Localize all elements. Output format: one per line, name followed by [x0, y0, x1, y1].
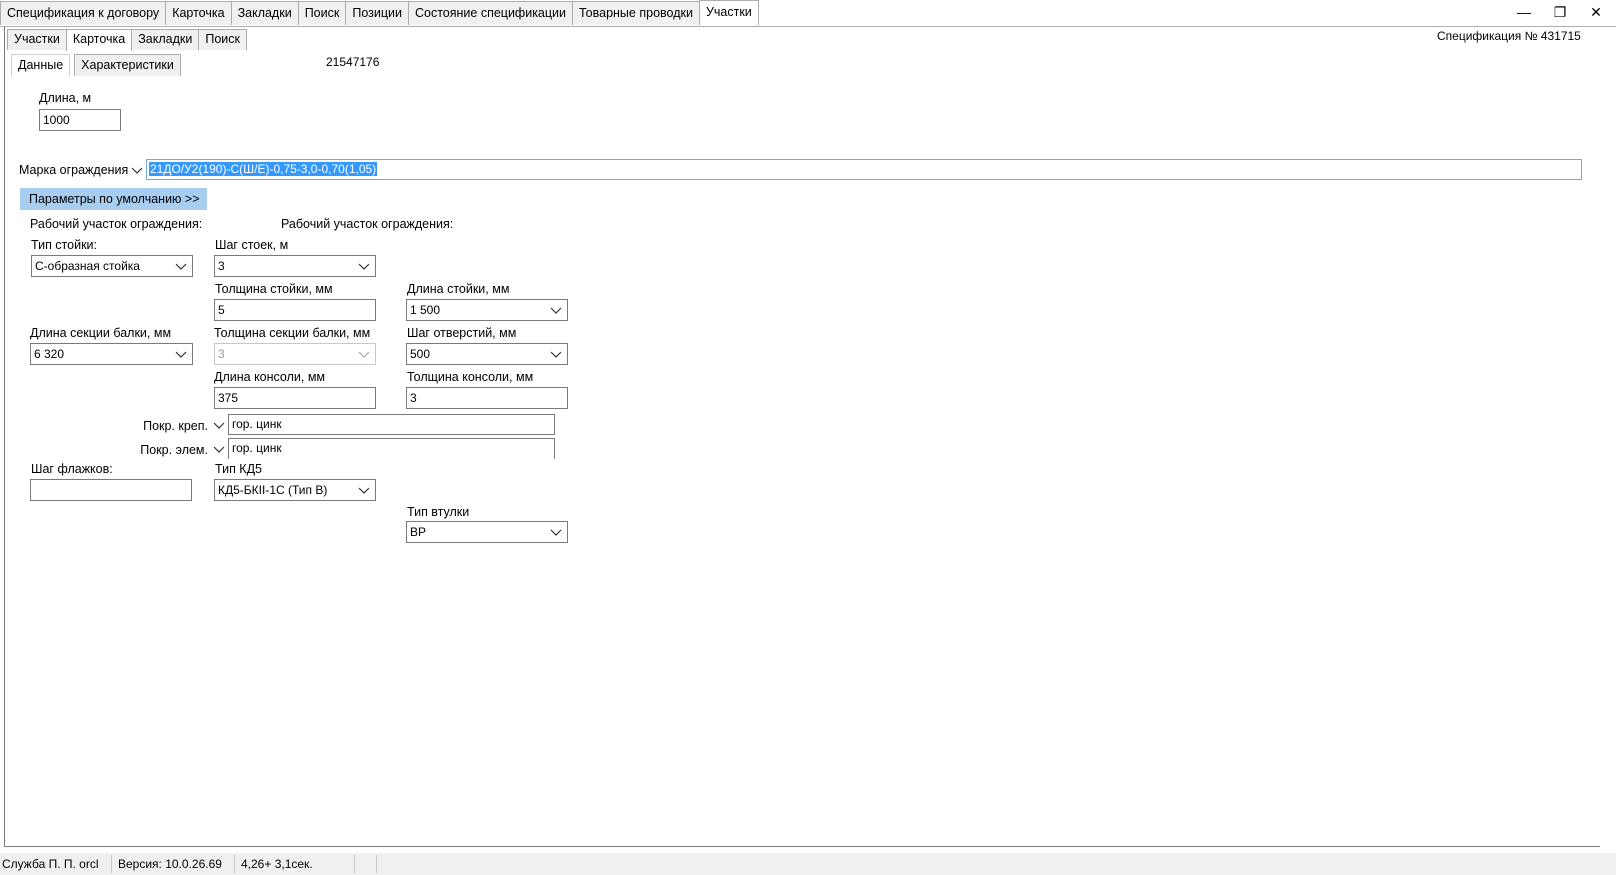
beam-thickness-select: 3 [214, 343, 376, 365]
beam-thickness-label: Толщина секции балки, мм [214, 326, 371, 340]
marka-label: Марка ограждения [19, 163, 129, 177]
chevron-down-icon [175, 351, 187, 358]
chevron-down-icon [358, 487, 370, 494]
marka-chevron-down-icon[interactable] [130, 162, 144, 178]
beam-length-select[interactable]: 6 320 [30, 343, 193, 365]
top-tab-3[interactable]: Поиск [297, 1, 347, 25]
chevron-down-icon [175, 263, 187, 270]
content-frame [4, 27, 1600, 847]
beam-length-value: 6 320 [34, 347, 65, 361]
post-length-select[interactable]: 1 500 [406, 299, 568, 321]
sub-tab-2[interactable]: Закладки [131, 29, 200, 50]
work-section-label-1: Рабочий участок ограждения: [30, 217, 203, 231]
top-tab-strip: Спецификация к договору Карточка Закладки П… [0, 0, 759, 25]
status-version: Версия: 10.0.26.69 [112, 855, 235, 873]
kd5-type-value: КД5-БКII-1С (Тип В) [218, 483, 328, 497]
post-type-select[interactable]: С-образная стойка [31, 255, 193, 277]
close-icon[interactable]: ✕ [1578, 0, 1614, 24]
top-tab-5[interactable]: Состояние спецификации [407, 1, 574, 25]
console-length-label: Длина консоли, мм [214, 370, 326, 384]
minimize-icon[interactable]: — [1506, 0, 1542, 24]
length-label: Длина, м [39, 91, 92, 105]
coat-element-label: Покр. элем. [140, 443, 208, 457]
marka-input[interactable]: 21ДО/У2(190)-С(Ш/Е)-0,75-3,0-0,70(1,05) [146, 159, 1582, 180]
chevron-down-icon [550, 529, 562, 536]
post-step-select[interactable]: 3 [214, 255, 376, 277]
hole-step-select[interactable]: 500 [406, 343, 568, 365]
chevron-down-icon [358, 263, 370, 270]
record-id: 21547176 [326, 55, 380, 69]
data-tab-1[interactable]: Характеристики [74, 54, 181, 76]
chevron-down-icon [550, 307, 562, 314]
flag-step-input[interactable] [30, 479, 192, 501]
status-bar: Служба П. П. orcl Версия: 10.0.26.69 4,2… [0, 853, 1616, 875]
post-length-label: Длина стойки, мм [407, 282, 510, 296]
status-timing: 4,26+ 3,1сек. [235, 855, 355, 873]
top-tab-7[interactable]: Участки [698, 0, 759, 25]
flag-step-label: Шаг флажков: [31, 462, 113, 476]
sub-tab-3[interactable]: Поиск [198, 29, 247, 50]
sleeve-type-label: Тип втулки [407, 505, 470, 519]
sub-tab-strip: Участки Карточка Закладки Поиск [7, 29, 247, 51]
kd5-type-label: Тип КД5 [215, 462, 263, 476]
console-length-input[interactable]: 375 [214, 387, 376, 409]
coat-fastener-chevron-down-icon[interactable] [212, 417, 226, 433]
coat-element-input[interactable]: гор. цинк [228, 438, 555, 459]
coat-fastener-input[interactable]: гор. цинк [228, 414, 555, 435]
post-type-value: С-образная стойка [35, 259, 140, 273]
marka-selected-text: 21ДО/У2(190)-С(Ш/Е)-0,75-3,0-0,70(1,05) [149, 162, 378, 176]
beam-length-label: Длина секции балки, мм [30, 326, 172, 340]
status-extra [355, 855, 377, 873]
sleeve-type-value: ВР [410, 525, 427, 539]
top-tab-0[interactable]: Спецификация к договору [0, 1, 167, 25]
coat-fastener-label: Покр. креп. [143, 419, 208, 433]
sub-tab-1[interactable]: Карточка [65, 29, 133, 51]
kd5-type-select[interactable]: КД5-БКII-1С (Тип В) [214, 479, 376, 501]
top-tab-4[interactable]: Позиции [345, 1, 409, 25]
sub-tab-0[interactable]: Участки [7, 29, 67, 50]
default-params-button[interactable]: Параметры по умолчанию >> [20, 188, 207, 210]
post-step-value: 3 [218, 259, 225, 273]
length-input[interactable]: 1000 [39, 109, 121, 131]
post-step-label: Шаг стоек, м [215, 238, 289, 252]
work-section-label-2: Рабочий участок ограждения: [281, 217, 454, 231]
top-tab-6[interactable]: Товарные проводки [572, 1, 700, 25]
data-tab-strip: Данные Характеристики [11, 54, 181, 76]
hole-step-label: Шаг отверстий, мм [407, 326, 517, 340]
restore-icon[interactable]: ❐ [1542, 0, 1578, 24]
coat-element-chevron-down-icon[interactable] [212, 441, 226, 457]
top-tab-1[interactable]: Карточка [165, 1, 232, 25]
beam-thickness-value: 3 [218, 347, 225, 361]
data-tab-0[interactable]: Данные [11, 54, 71, 76]
chevron-down-icon [550, 351, 562, 358]
right-edge [1600, 27, 1616, 847]
spec-number: Спецификация № 431715 [1437, 29, 1581, 43]
chevron-down-icon [358, 351, 370, 358]
sleeve-type-select[interactable]: ВР [406, 521, 568, 543]
post-thickness-label: Толщина стойки, мм [215, 282, 333, 296]
post-thickness-input[interactable]: 5 [214, 299, 376, 321]
post-type-label: Тип стойки: [31, 238, 98, 252]
top-tab-2[interactable]: Закладки [230, 1, 299, 25]
post-length-value: 1 500 [410, 303, 441, 317]
status-user: Служба П. П. orcl [0, 855, 112, 873]
console-thickness-label: Толщина консоли, мм [407, 370, 534, 384]
console-thickness-input[interactable]: 3 [406, 387, 568, 409]
hole-step-value: 500 [410, 347, 431, 361]
